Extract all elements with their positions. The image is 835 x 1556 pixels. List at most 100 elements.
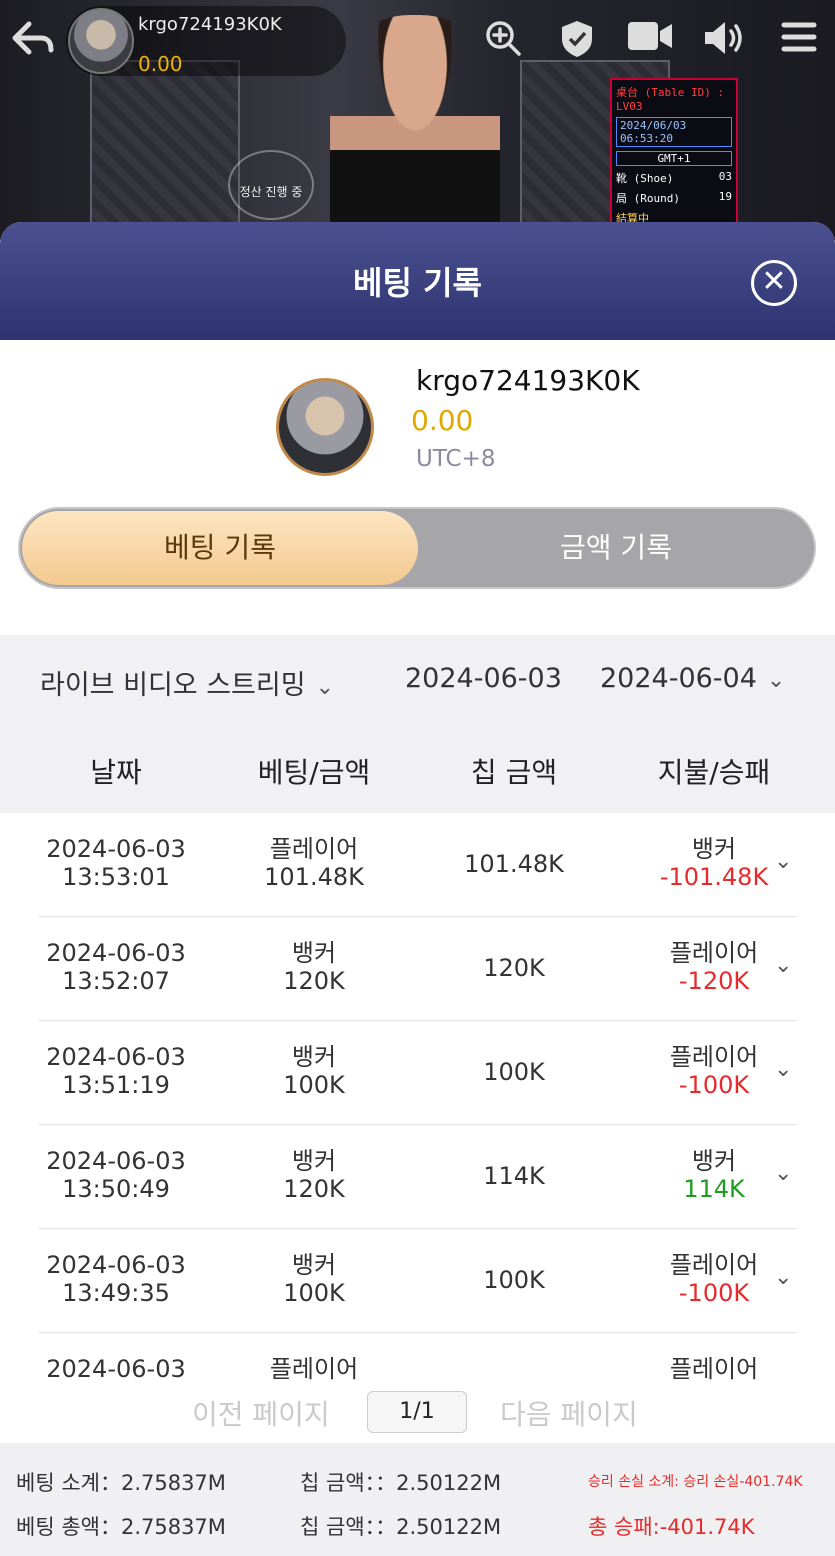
video-icon[interactable]: [625, 18, 675, 64]
bet-subtotal: 베팅 소계：2.75837M: [16, 1471, 226, 1495]
row-bet: 뱅커 120K: [214, 1147, 414, 1203]
winloss-total: 총 승패:-401.74K: [588, 1515, 755, 1539]
row-bet-amount: 100K: [283, 1279, 345, 1307]
row-result-side: 뱅커: [691, 1147, 737, 1175]
row-date: 2024-06-03: [46, 1251, 186, 1279]
user-avatar: [276, 378, 374, 476]
zoom-icon[interactable]: [478, 18, 528, 64]
chevron-down-icon[interactable]: ⌄: [774, 1161, 792, 1186]
chevron-down-icon[interactable]: ⌄: [774, 1057, 792, 1082]
winloss-subtotal: 승리 손실 소계: 승리 손실-401.74K: [588, 1474, 803, 1490]
row-datetime: 2024-06-03: [16, 1355, 216, 1383]
chip-subtotal: 칩 금액：：2.50122M: [300, 1471, 502, 1495]
row-time: 13:49:35: [62, 1279, 170, 1307]
user-name: krgo724193K0K: [416, 364, 640, 397]
start-date-field[interactable]: 2024-06-03: [405, 663, 562, 694]
table-info-panel: 桌台 (Table ID) : LV03 2024/06/03 06:53:20…: [610, 78, 738, 239]
row-bet-side: 뱅커: [291, 939, 337, 967]
shield-icon[interactable]: [552, 18, 602, 64]
end-date-value: 2024-06-04: [600, 663, 757, 694]
next-page-button[interactable]: 다음 페이지: [500, 1393, 638, 1433]
round-row: 局 (Round) 19: [616, 190, 732, 206]
game-type-dropdown[interactable]: 라이브 비디오 스트리밍 ⌄: [40, 663, 334, 702]
table-decoration-left: [90, 60, 240, 230]
column-header-chip: 칩 금액: [470, 756, 558, 789]
table-row[interactable]: 2024-06-03 13:51:19 뱅커 100K 100K 플레이어 -100K…: [0, 1021, 835, 1125]
table-id: 桌台 (Table ID) : LV03: [616, 86, 725, 113]
table-row[interactable]: 2024-06-03 13:52:07 뱅커 120K 120K 플레이어 -120K…: [0, 917, 835, 1021]
bet-total: 베팅 총액：2.75837M: [16, 1515, 226, 1539]
modal-header: 베팅 기록 ✕: [0, 222, 835, 340]
player-balance: 0.00: [138, 52, 183, 76]
row-date: 2024-06-03: [46, 1355, 186, 1383]
player-avatar: [68, 8, 134, 74]
chevron-down-icon: ⌄: [315, 675, 335, 700]
player-name: krgo724193K0K: [138, 14, 282, 35]
totals-summary: 베팅 소계：2.75837M 칩 금액：：2.50122M 승리 손실 소계: …: [0, 1443, 835, 1556]
row-datetime: 2024-06-03 13:53:01: [16, 835, 216, 891]
row-bet: 뱅커 120K: [214, 939, 414, 995]
game-type-value: 라이브 비디오 스트리밍: [40, 670, 306, 701]
chevron-down-icon[interactable]: ⌄: [774, 953, 792, 978]
row-bet-side: 플레이어: [269, 1355, 359, 1383]
pagination: 이전 페이지 1/1 다음 페이지: [0, 1383, 835, 1443]
row-time: 13:53:01: [62, 863, 170, 891]
row-datetime: 2024-06-03 13:49:35: [16, 1251, 216, 1307]
settlement-status-badge: 정산 진행 중: [228, 150, 314, 220]
table-timezone: GMT+1: [616, 151, 732, 166]
round-label: 局 (Round): [616, 192, 680, 205]
row-date: 2024-06-03: [46, 1043, 186, 1071]
dealer-image: [330, 15, 500, 240]
row-result-side: 플레이어: [669, 1251, 759, 1279]
row-bet-amount: 101.48K: [264, 863, 364, 891]
row-datetime: 2024-06-03 13:50:49: [16, 1147, 216, 1203]
end-date-dropdown[interactable]: 2024-06-04 ⌄: [600, 663, 785, 694]
row-result-side: 플레이어: [669, 1043, 759, 1071]
row-chip: 100K: [483, 1266, 545, 1294]
row-result-side: 플레이어: [669, 939, 759, 967]
tab-amount-history[interactable]: 금액 기록: [418, 511, 814, 585]
column-header-result: 지불/승패: [657, 756, 771, 789]
row-bet: 플레이어: [214, 1355, 414, 1383]
shoe-value: 03: [718, 170, 732, 183]
filter-and-header: 라이브 비디오 스트리밍 ⌄ 2024-06-03 2024-06-04 ⌄ 날짜 …: [0, 635, 835, 813]
row-time: 13:50:49: [62, 1175, 170, 1203]
tab-bet-history[interactable]: 베팅 기록: [22, 511, 418, 585]
user-timezone: UTC+8: [416, 446, 496, 472]
close-button[interactable]: ✕: [751, 260, 797, 306]
back-icon[interactable]: [8, 18, 58, 64]
page-indicator[interactable]: 1/1: [367, 1391, 467, 1433]
row-date: 2024-06-03: [46, 939, 186, 967]
chevron-down-icon: ⌄: [766, 668, 786, 693]
live-video-stream: 정산 진행 중 桌台 (Table ID) : LV03 2024/06/03 …: [0, 0, 835, 240]
row-chip: 101.48K: [464, 850, 564, 878]
table-row[interactable]: 2024-06-03 플레이어 플레이어: [0, 1333, 835, 1383]
shoe-row: 靴 (Shoe) 03: [616, 170, 732, 186]
row-chip: 120K: [483, 954, 545, 982]
table-row[interactable]: 2024-06-03 13:53:01 플레이어 101.48K 101.48K 뱅…: [0, 813, 835, 917]
row-result-side: 플레이어: [669, 1355, 759, 1383]
menu-icon[interactable]: [774, 18, 824, 64]
row-bet-side: 뱅커: [291, 1251, 337, 1279]
chevron-down-icon[interactable]: ⌄: [774, 849, 792, 874]
table-datetime: 2024/06/03 06:53:20: [616, 117, 732, 147]
prev-page-button[interactable]: 이전 페이지: [192, 1393, 330, 1433]
sound-icon[interactable]: [700, 18, 750, 64]
row-time: 13:51:19: [62, 1071, 170, 1099]
modal-title: 베팅 기록: [353, 264, 482, 302]
user-profile: krgo724193K0K 0.00 UTC+8: [0, 340, 835, 510]
table-row[interactable]: 2024-06-03 13:50:49 뱅커 120K 114K 뱅커 114K ⌄: [0, 1125, 835, 1229]
row-time: 13:52:07: [62, 967, 170, 995]
player-info-pill: krgo724193K0K 0.00: [66, 6, 346, 76]
table-row[interactable]: 2024-06-03 13:49:35 뱅커 100K 100K 플레이어 -100K…: [0, 1229, 835, 1333]
row-bet: 플레이어 101.48K: [214, 835, 414, 891]
row-datetime: 2024-06-03 13:51:19: [16, 1043, 216, 1099]
close-icon: ✕: [761, 264, 787, 299]
row-bet-amount: 100K: [283, 1071, 345, 1099]
column-header-bet: 베팅/금액: [257, 756, 371, 789]
record-type-tabs: 베팅 기록 금액 기록: [18, 507, 816, 589]
chip-total: 칩 금액：：2.50122M: [300, 1515, 502, 1539]
row-bet-side: 뱅커: [291, 1043, 337, 1071]
row-chip: 100K: [483, 1058, 545, 1086]
chevron-down-icon[interactable]: ⌄: [774, 1265, 792, 1290]
